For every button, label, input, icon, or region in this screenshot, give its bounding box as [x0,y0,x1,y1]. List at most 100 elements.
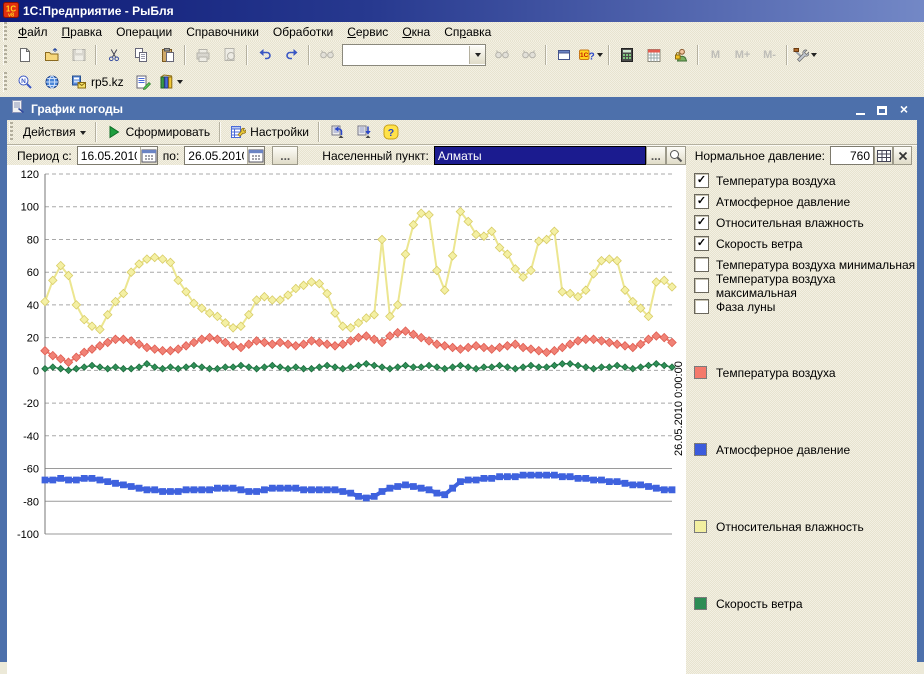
close-button[interactable]: × [897,103,911,115]
redo-button[interactable] [278,43,305,67]
calculator-button[interactable] [613,43,640,67]
series-checkbox-4[interactable]: ✓Скорость ветра [694,233,917,254]
windows-list-button[interactable] [550,43,577,67]
menubar-gripper[interactable] [3,22,7,42]
globe-button[interactable] [38,70,65,94]
child-window-titlebar: График погоды × [7,97,917,120]
play-icon [106,124,122,140]
legend-label: Скорость ветра [716,597,803,611]
combo-dropdown-button[interactable] [469,46,485,64]
y-axis-tick-label: -80 [23,496,39,508]
chart-document-icon [10,99,26,118]
tools-button[interactable] [791,43,819,67]
restore-settings-button[interactable] [323,120,350,144]
copy-button[interactable] [127,43,154,67]
chevron-down-icon [811,53,817,60]
y-axis-tick-label: -20 [23,398,39,410]
series-markers [41,207,676,333]
checkbox-icon[interactable]: ✓ [694,194,709,209]
report-button[interactable] [130,70,157,94]
user-session-button[interactable] [667,43,694,67]
books-button[interactable] [157,70,185,94]
date-from-picker-button[interactable] [140,147,157,164]
series-markers [42,472,675,501]
toolbar-gripper[interactable] [9,122,13,142]
checkbox-icon[interactable]: ✓ [694,236,709,251]
checkbox-icon[interactable]: ✓ [694,215,709,230]
city-search-button[interactable] [666,146,686,165]
series-checkbox-6[interactable]: Температура воздуха максимальная [694,275,917,296]
calendar-button[interactable] [640,43,667,67]
rp5-site-button[interactable]: rp5.kz [65,70,130,94]
actions-button[interactable]: Действия [17,120,92,144]
filter-row: Период с: по: ... Населенный пункт: ... … [7,145,917,165]
svg-text:?: ? [387,127,393,139]
city-dots-button[interactable]: ... [646,146,666,165]
save-settings-button[interactable] [350,120,377,144]
checkbox-icon[interactable] [694,257,709,272]
menu-item-Справочники[interactable]: Справочники [179,23,266,41]
report-pencil-icon [135,74,151,90]
legend-swatch [694,443,707,456]
menu-item-Окна[interactable]: Окна [395,23,437,41]
y-axis-tick-label: 120 [21,169,39,181]
date-to-input[interactable] [185,149,247,163]
find-number-button[interactable]: N [11,70,38,94]
cut-icon [106,47,122,63]
generate-button[interactable]: Сформировать [100,120,217,144]
period-dots-button[interactable]: ... [272,146,298,165]
books-icon [159,74,175,90]
paste-button[interactable] [154,43,181,67]
search-combo[interactable] [342,44,486,66]
undo-button[interactable] [251,43,278,67]
standard-toolbar: 1С?MM+M- [0,41,924,68]
chevron-down-icon [597,53,603,60]
form-help-button[interactable]: ? [377,120,404,144]
date-to-picker-button[interactable] [247,147,264,164]
y-axis-tick-label: 40 [27,300,39,312]
undo-icon [257,47,273,63]
menu-item-Операции[interactable]: Операции [109,23,179,41]
series-checkbox-2[interactable]: ✓ Атмосферное давление [694,191,917,212]
menu-item-Справка[interactable]: Справка [437,23,498,41]
date-from-input[interactable] [78,149,140,163]
maximize-button[interactable] [875,103,889,115]
checkbox-icon[interactable] [694,278,709,293]
restore-settings-icon [329,124,345,140]
calendar-icon [646,47,662,63]
new-document-button[interactable] [11,43,38,67]
toolbar-gripper[interactable] [3,72,7,92]
y-axis-tick-label: 60 [27,267,39,279]
menu-item-Файл[interactable]: Файл [11,23,55,41]
menu-item-Сервис[interactable]: Сервис [340,23,395,41]
preview-icon [222,47,238,63]
checkbox-icon[interactable]: ✓ [694,173,709,188]
menu-item-Правка[interactable]: Правка [55,23,110,41]
zoom-n-icon: N [17,74,33,90]
calc-icon [619,47,635,63]
toolbar-gripper[interactable] [3,45,7,65]
menu-item-Обработки[interactable]: Обработки [266,23,340,41]
find-icon [521,47,537,63]
checkbox-label: Атмосферное давление [716,195,850,209]
chevron-down-icon [80,131,86,138]
open-button[interactable] [38,43,65,67]
doc-chart-icon [10,99,26,115]
pressure-clear-button[interactable] [893,146,912,165]
city-input[interactable] [435,149,645,163]
pressure-label: Нормальное давление: [695,149,825,163]
pressure-calc-button[interactable] [874,146,893,165]
pressure-input[interactable] [831,149,873,163]
help-1c-button[interactable]: 1С? [577,43,605,67]
series-checkbox-1[interactable]: ✓Температура воздуха [694,170,917,191]
minimize-button[interactable] [853,103,867,115]
menu-bar: ФайлПравкаОперацииСправочникиОбработкиСе… [0,22,924,41]
series-checkbox-3[interactable]: ✓Относительная влажность [694,212,917,233]
series-markers [42,361,675,374]
y-axis-tick-label: 0 [33,365,39,377]
cut-button[interactable] [100,43,127,67]
memory-recall-button: M [702,43,729,67]
checkbox-icon[interactable] [694,299,709,314]
save-button [65,43,92,67]
settings-button[interactable]: Настройки [224,120,315,144]
